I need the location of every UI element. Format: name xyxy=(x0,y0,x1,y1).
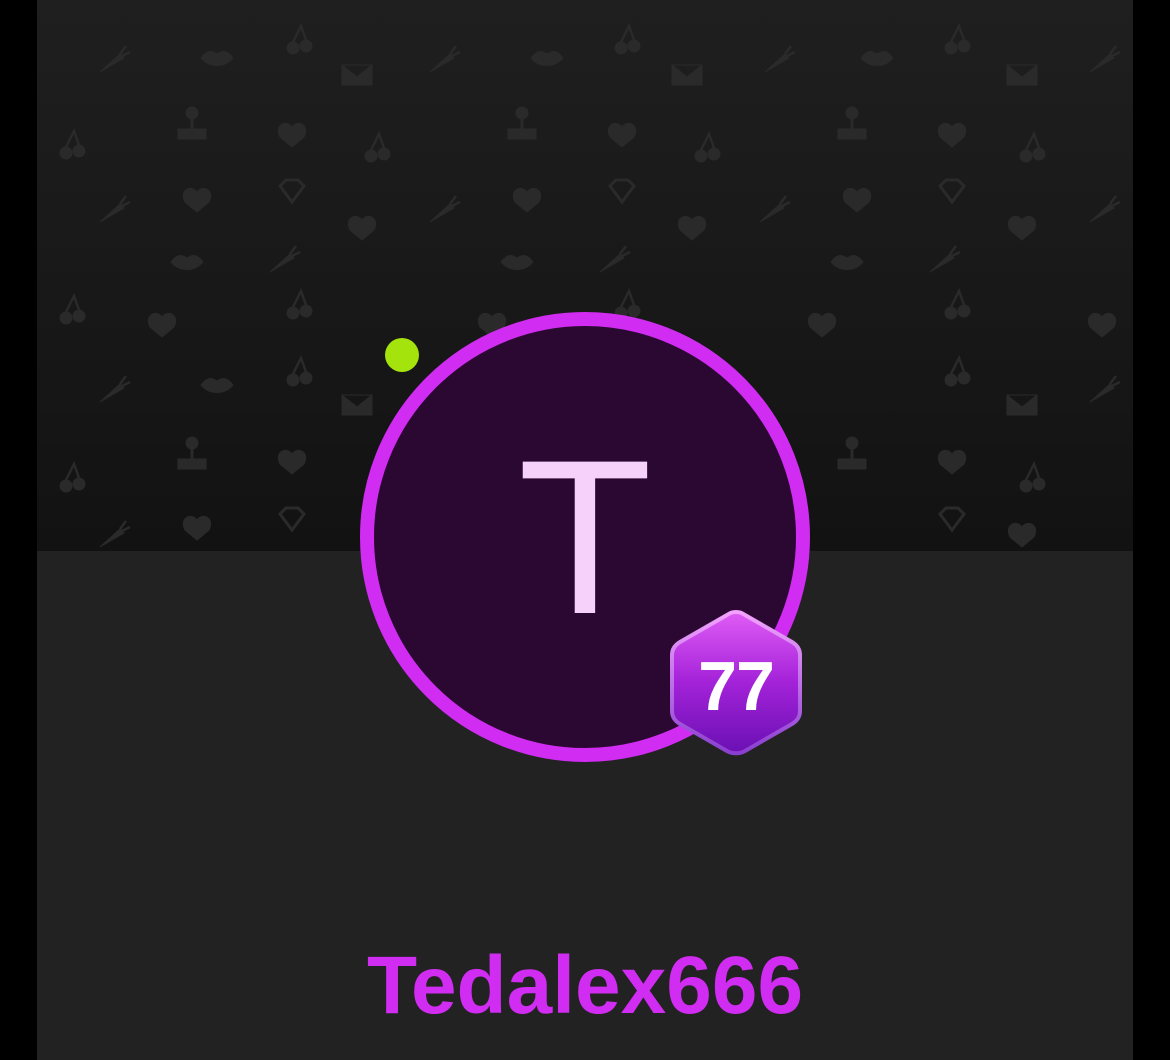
level-badge[interactable]: 77 xyxy=(668,608,804,758)
username: Tedalex666 xyxy=(366,940,804,1031)
level-number: 77 xyxy=(698,647,775,725)
online-status-indicator xyxy=(385,338,419,372)
